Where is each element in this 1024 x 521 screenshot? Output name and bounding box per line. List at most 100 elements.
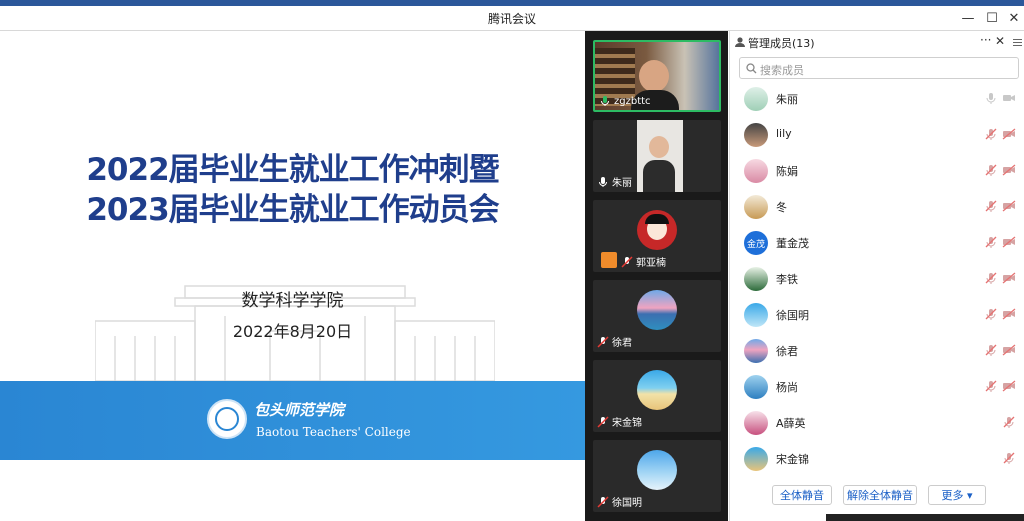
avatar <box>744 159 768 183</box>
mic-muted-icon[interactable] <box>1002 415 1016 429</box>
panel-title: 管理成员(13) <box>748 37 815 50</box>
avatar <box>744 267 768 291</box>
user-icon <box>735 37 745 47</box>
mic-muted-icon[interactable] <box>984 379 998 393</box>
member-row[interactable]: 冬 <box>730 189 1024 225</box>
video-tile-name: zgzbttc <box>599 95 651 107</box>
member-row[interactable]: 徐君 <box>730 333 1024 369</box>
mic-muted-icon[interactable] <box>984 163 998 177</box>
mic-icon <box>599 176 607 187</box>
camera-off-icon[interactable] <box>1002 235 1016 249</box>
bottom-preview <box>826 514 1024 521</box>
mic-muted-icon <box>597 335 609 348</box>
video-tile-name: 宋金锦 <box>597 414 642 429</box>
mic-muted-icon <box>597 415 609 428</box>
more-icon[interactable]: ··· <box>980 33 991 47</box>
video-tile[interactable]: zgzbttc <box>593 40 721 112</box>
member-name: 徐国明 <box>776 309 809 322</box>
avatar-initials: 金茂 <box>746 240 765 250</box>
title-bar: 腾讯会议 — ☐ ✕ <box>0 6 1024 31</box>
close-button[interactable]: ✕ <box>1002 8 1024 28</box>
camera-off-icon[interactable] <box>1002 307 1016 321</box>
college-name-en: Baotou Teachers' College <box>256 425 411 439</box>
member-row[interactable]: 朱丽 <box>730 81 1024 117</box>
video-tile-name: 徐国明 <box>597 494 642 509</box>
member-row[interactable]: A薛英 <box>730 405 1024 441</box>
more-button[interactable]: 更多 ▾ <box>928 485 986 505</box>
member-row[interactable]: 杨尚 <box>730 369 1024 405</box>
avatar <box>637 450 677 490</box>
mute-all-button[interactable]: 全体静音 <box>772 485 832 505</box>
avatar <box>744 339 768 363</box>
avatar <box>744 195 768 219</box>
camera-off-icon[interactable] <box>1002 271 1016 285</box>
college-name-cn: 包头师范学院 <box>254 401 345 419</box>
mic-active-icon <box>601 96 609 106</box>
search-icon <box>746 63 757 74</box>
mic-muted-icon <box>621 255 633 268</box>
unmute-all-button[interactable]: 解除全体静音 <box>843 485 917 505</box>
member-row[interactable]: lily <box>730 117 1024 153</box>
member-row[interactable]: 徐国明 <box>730 297 1024 333</box>
member-row[interactable]: 金茂 董金茂 <box>730 225 1024 261</box>
member-row[interactable]: 陈娟 <box>730 153 1024 189</box>
app-title: 腾讯会议 <box>487 12 536 26</box>
video-tile[interactable]: 徐国明 <box>593 440 721 512</box>
member-row[interactable]: 李铁 <box>730 261 1024 297</box>
camera-off-icon[interactable] <box>1002 379 1016 393</box>
mic-muted-icon[interactable] <box>984 127 998 141</box>
search-placeholder: 搜索成员 <box>760 64 804 77</box>
video-tile-name: 郭亚楠 <box>621 254 666 269</box>
member-name: 董金茂 <box>776 237 809 250</box>
host-badge-icon <box>601 252 617 268</box>
video-tile[interactable]: 徐君 <box>593 280 721 352</box>
camera-off-icon[interactable] <box>1002 199 1016 213</box>
mic-muted-icon[interactable] <box>1002 451 1016 465</box>
mic-muted-icon <box>597 495 609 508</box>
college-logo <box>207 399 247 439</box>
member-name: A薛英 <box>776 417 806 430</box>
member-row[interactable]: 宋金锦 <box>730 441 1024 477</box>
member-name: 陈娟 <box>776 165 798 178</box>
avatar <box>744 123 768 147</box>
search-member-input[interactable]: 搜索成员 <box>739 57 1019 79</box>
panel-header: 管理成员(13) ··· ✕ <box>730 31 1024 53</box>
camera-icon[interactable] <box>1002 91 1016 105</box>
slide-school: 数学科学学院 <box>241 291 344 311</box>
member-name: 李铁 <box>776 273 798 286</box>
mic-muted-icon[interactable] <box>984 235 998 249</box>
member-name: 宋金锦 <box>776 453 809 466</box>
avatar <box>637 370 677 410</box>
video-tile[interactable]: 宋金锦 <box>593 360 721 432</box>
avatar <box>744 303 768 327</box>
video-column: zgzbttc 朱丽 郭亚楠 徐君 宋金锦 徐国明 <box>585 31 728 521</box>
avatar: 金茂 <box>744 231 768 255</box>
member-name: 冬 <box>776 201 787 214</box>
video-tile[interactable]: 朱丽 <box>593 120 721 192</box>
panel-menu-icon[interactable] <box>1010 33 1024 51</box>
member-name: lily <box>776 127 792 140</box>
camera-off-icon[interactable] <box>1002 163 1016 177</box>
avatar <box>744 375 768 399</box>
mic-icon[interactable] <box>984 91 998 105</box>
minimize-button[interactable]: — <box>956 8 980 28</box>
avatar <box>744 411 768 435</box>
avatar <box>744 87 768 111</box>
avatar <box>744 447 768 471</box>
video-tile-name: 徐君 <box>597 334 632 349</box>
panel-close-icon[interactable]: ✕ <box>995 34 1005 48</box>
maximize-button[interactable]: ☐ <box>980 8 1004 28</box>
slide-blue-band <box>0 381 585 460</box>
mic-muted-icon[interactable] <box>984 343 998 357</box>
slide-title-line2: 2023届毕业生就业工作动员会 <box>86 192 499 228</box>
camera-off-icon[interactable] <box>1002 343 1016 357</box>
mic-muted-icon[interactable] <box>984 199 998 213</box>
video-tile-name: 朱丽 <box>597 174 632 189</box>
video-tile[interactable]: 郭亚楠 <box>593 200 721 272</box>
camera-off-icon[interactable] <box>1002 127 1016 141</box>
member-name: 杨尚 <box>776 381 798 394</box>
avatar <box>637 210 677 250</box>
member-panel: 管理成员(13) ··· ✕ 搜索成员 朱丽 lily 陈娟冬金茂 董金茂李铁徐国明徐… <box>729 31 1024 521</box>
mic-muted-icon[interactable] <box>984 271 998 285</box>
mic-muted-icon[interactable] <box>984 307 998 321</box>
